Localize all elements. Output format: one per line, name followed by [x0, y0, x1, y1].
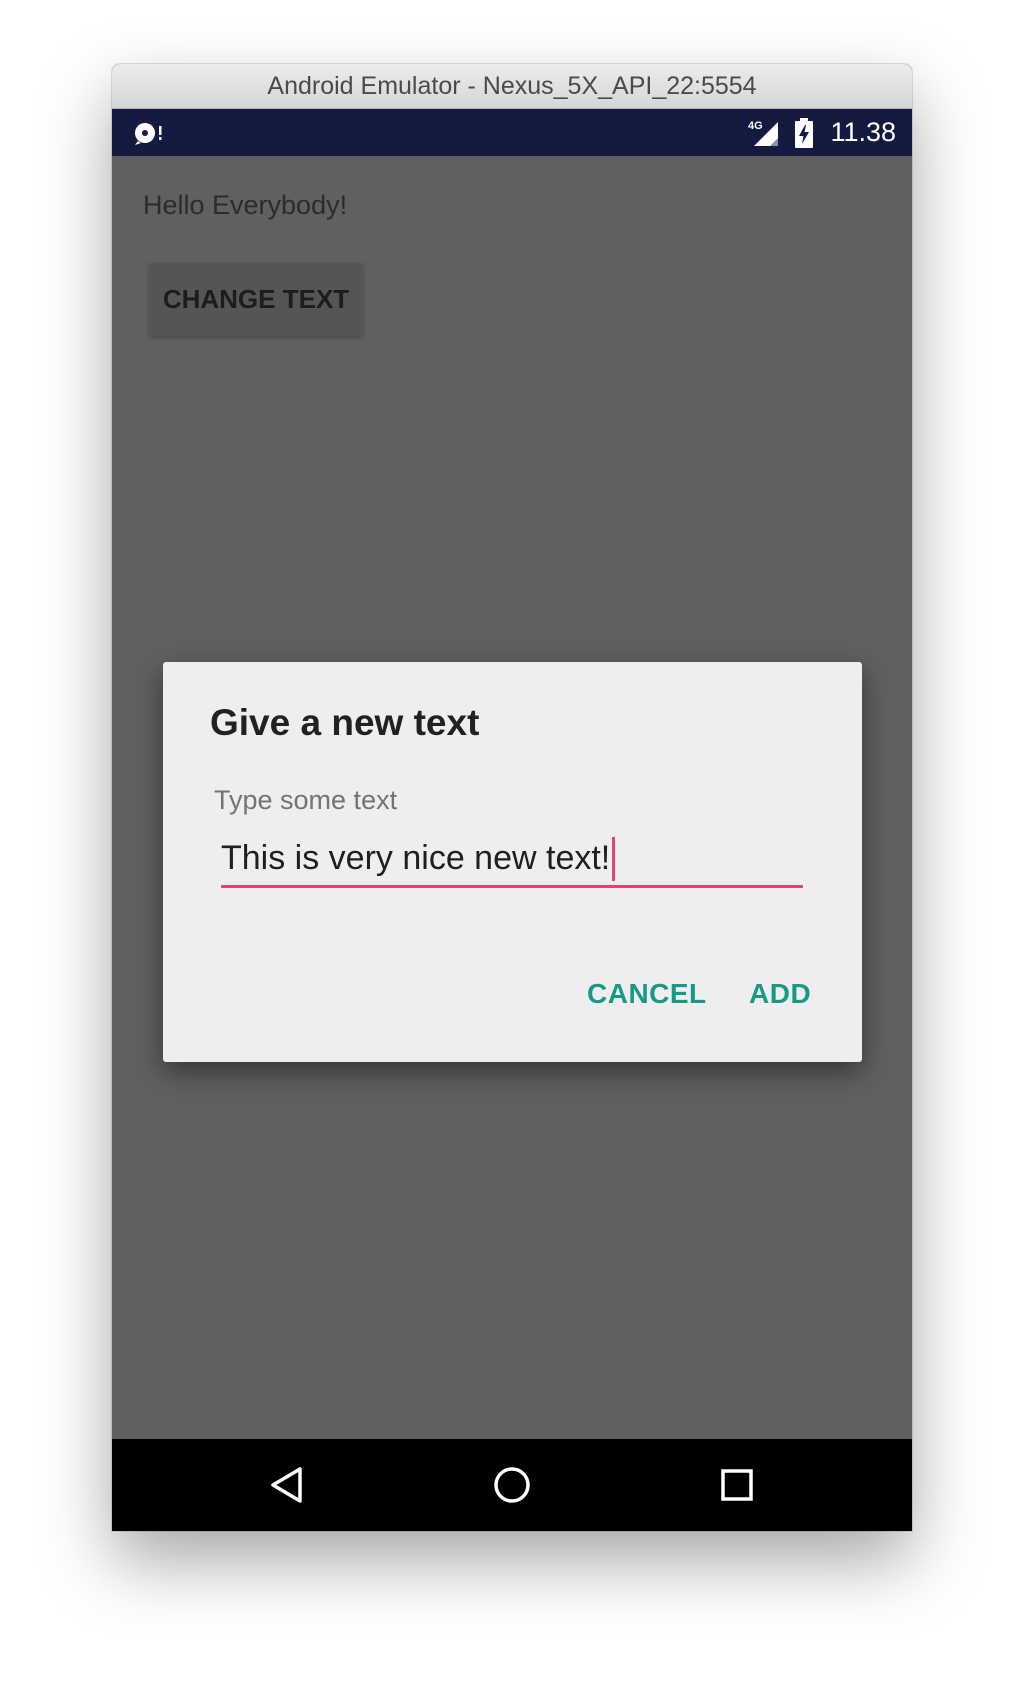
text-cursor	[612, 837, 616, 881]
battery-charging-icon	[794, 117, 814, 148]
cancel-button[interactable]: CANCEL	[587, 978, 707, 1010]
app-content: Hello Everybody! CHANGE TEXT Give a new …	[112, 156, 912, 1439]
status-right-group: 4G 11.38	[748, 109, 896, 156]
window-titlebar[interactable]: Android Emulator - Nexus_5X_API_22:5554	[112, 64, 912, 109]
status-bar: 4G 11.38	[112, 109, 912, 156]
window-title: Android Emulator - Nexus_5X_API_22:5554	[267, 71, 757, 100]
add-button[interactable]: ADD	[749, 978, 811, 1010]
debug-icon	[132, 121, 166, 145]
change-text-button[interactable]: CHANGE TEXT	[149, 263, 363, 336]
back-icon[interactable]	[264, 1462, 310, 1508]
emulator-window: Android Emulator - Nexus_5X_API_22:5554 …	[112, 64, 912, 1531]
home-icon[interactable]	[489, 1462, 535, 1508]
navigation-bar	[112, 1439, 912, 1531]
status-clock: 11.38	[830, 117, 896, 147]
new-text-input[interactable]	[221, 832, 803, 888]
hello-text: Hello Everybody!	[143, 190, 348, 220]
signal-icon: 4G	[748, 118, 784, 148]
network-type-label: 4G	[748, 120, 763, 132]
new-text-dialog: Give a new text Type some text CANCEL AD…	[163, 662, 862, 1062]
recents-icon[interactable]	[714, 1462, 760, 1508]
text-field-label: Type some text	[214, 785, 398, 815]
dialog-title: Give a new text	[210, 702, 480, 743]
